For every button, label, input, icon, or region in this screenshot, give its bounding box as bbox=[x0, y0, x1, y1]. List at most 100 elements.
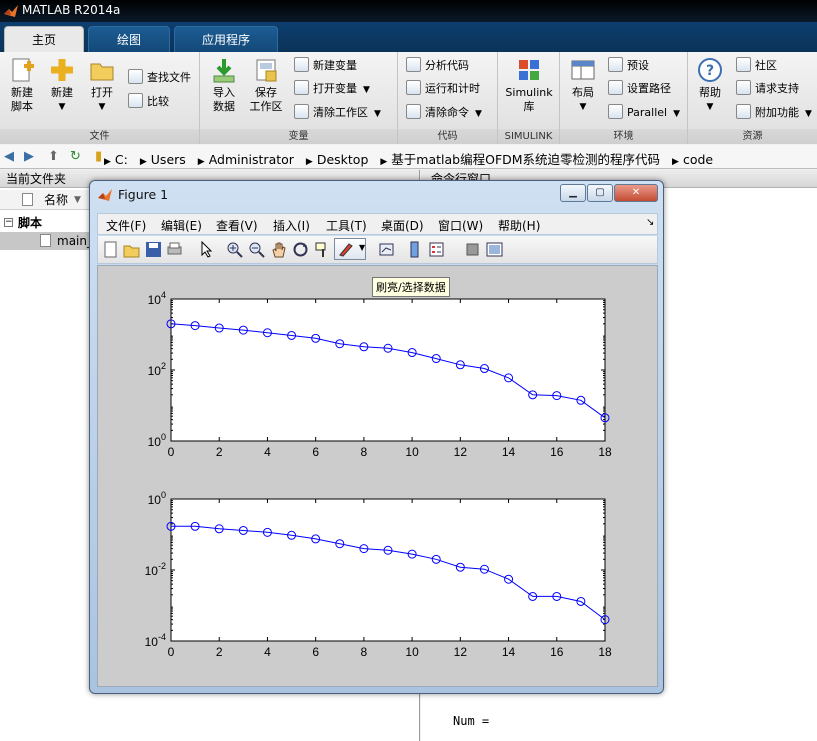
new-script-button[interactable]: 新建 脚本 bbox=[4, 56, 40, 114]
add-ons-button[interactable]: 附加功能 ▼ bbox=[736, 103, 812, 123]
import-data-button[interactable]: 导入 数据 bbox=[206, 56, 242, 114]
forward-arrow-icon[interactable]: ▶ bbox=[24, 149, 34, 164]
insert-colorbar-icon[interactable] bbox=[406, 241, 423, 258]
preferences-button[interactable]: 预设 bbox=[608, 56, 649, 76]
menu-tools[interactable]: 工具(T) bbox=[326, 217, 367, 234]
axes-box-2[interactable] bbox=[170, 498, 606, 642]
x-tick-label: 4 bbox=[264, 645, 271, 659]
browse-folder-icon[interactable]: ↻ bbox=[70, 149, 81, 164]
insert-legend-icon[interactable] bbox=[428, 241, 445, 258]
breadcrumb-item[interactable]: Users bbox=[151, 152, 186, 167]
column-name[interactable]: 名称 bbox=[44, 190, 68, 210]
save-workspace-button[interactable]: 保存 工作区 bbox=[246, 56, 286, 114]
menu-window[interactable]: 窗口(W) bbox=[438, 217, 483, 234]
up-folder-icon[interactable]: ⬆ bbox=[48, 149, 59, 164]
new-figure-icon[interactable] bbox=[102, 241, 119, 258]
zoom-in-icon[interactable] bbox=[226, 241, 243, 258]
request-support-button[interactable]: 请求支持 bbox=[736, 79, 799, 99]
open-button[interactable]: 打开 ▼ bbox=[84, 56, 120, 114]
x-tick-label: 14 bbox=[502, 445, 516, 459]
layout-button[interactable]: 布局 ▼ bbox=[564, 56, 602, 114]
clear-commands-icon bbox=[406, 104, 421, 119]
menu-edit[interactable]: 编辑(E) bbox=[161, 217, 202, 234]
y-tick-label: 102 bbox=[148, 361, 166, 378]
analyze-code-icon bbox=[406, 57, 421, 72]
new-variable-button[interactable]: 新建变量 bbox=[294, 56, 357, 76]
clear-workspace-button[interactable]: 清除工作区 ▼ bbox=[294, 103, 381, 123]
print-icon[interactable] bbox=[166, 241, 183, 258]
new-script-icon bbox=[8, 56, 36, 84]
breadcrumb-separator-icon: ▶ bbox=[197, 157, 205, 167]
breadcrumb-item[interactable]: Administrator bbox=[209, 152, 294, 167]
pan-hand-icon[interactable] bbox=[270, 241, 287, 258]
hide-plot-tools-icon[interactable] bbox=[464, 241, 481, 258]
link-plot-icon[interactable] bbox=[378, 241, 395, 258]
save-workspace-icon bbox=[252, 56, 280, 84]
set-path-button[interactable]: 设置路径 bbox=[608, 79, 671, 99]
new-variable-label: 新建变量 bbox=[313, 59, 357, 72]
file-group-label: 脚本 bbox=[18, 216, 43, 230]
new-script-label-2: 脚本 bbox=[11, 100, 33, 113]
set-path-label: 设置路径 bbox=[627, 82, 671, 95]
simulink-label-2: 库 bbox=[523, 100, 535, 113]
minimize-button[interactable]: ▁ bbox=[560, 184, 586, 202]
menu-insert[interactable]: 插入(I) bbox=[273, 217, 310, 234]
breadcrumb-separator-icon: ▶ bbox=[139, 157, 147, 167]
save-icon[interactable] bbox=[145, 241, 162, 258]
breadcrumb-item[interactable]: 基于matlab编程OFDM系统迫零检测的程序代码 bbox=[391, 152, 660, 167]
menu-help[interactable]: 帮助(H) bbox=[498, 217, 540, 234]
new-button[interactable]: 新建 ▼ bbox=[44, 56, 80, 114]
import-arrow-icon bbox=[210, 56, 238, 84]
show-plot-tools-icon[interactable] bbox=[486, 241, 503, 258]
plot-area[interactable]: 0 2 4 6 8 10 12 14 16 18 100 102 104 0 2 4 6 8 10 12 14 16 18 1… bbox=[98, 266, 659, 688]
figure-canvas[interactable]: 0 2 4 6 8 10 12 14 16 18 100 102 104 0 2 4 6 8 10 12 14 16 18 1… bbox=[97, 265, 658, 687]
compare-button[interactable]: 比较 bbox=[128, 92, 169, 112]
brush-data-button[interactable]: ▼ bbox=[334, 238, 366, 260]
brush-dropdown-icon[interactable]: ▼ bbox=[359, 243, 365, 252]
collapse-icon[interactable]: − bbox=[4, 218, 13, 227]
open-file-icon[interactable] bbox=[123, 241, 140, 258]
help-button[interactable]: ? 帮助 ▼ bbox=[692, 56, 728, 114]
rotate-3d-icon[interactable] bbox=[292, 241, 309, 258]
tab-home[interactable]: 主页 bbox=[4, 26, 84, 52]
dock-arrow-icon[interactable]: ↘ bbox=[646, 217, 654, 228]
run-and-time-label: 运行和计时 bbox=[425, 82, 480, 95]
x-tick-label: 2 bbox=[216, 645, 223, 659]
x-tick-label: 12 bbox=[454, 445, 468, 459]
ribbon: 新建 脚本 新建 ▼ 打开 ▼ 查找文件 比较 文件 导入 数据 保存 工作区 … bbox=[0, 52, 817, 144]
tab-plots[interactable]: 绘图 bbox=[88, 26, 170, 52]
ribbon-section-environment: 布局 ▼ 预设 设置路径 Parallel ▼ 环境 bbox=[560, 52, 688, 144]
open-variable-button[interactable]: 打开变量 ▼ bbox=[294, 79, 370, 99]
find-files-button[interactable]: 查找文件 bbox=[128, 68, 191, 88]
tab-apps[interactable]: 应用程序 bbox=[174, 26, 278, 52]
clear-commands-button[interactable]: 清除命令 ▼ bbox=[406, 103, 482, 123]
sort-arrow-icon[interactable]: ▼ bbox=[74, 190, 81, 210]
breadcrumb-item[interactable]: code bbox=[683, 152, 713, 167]
axes-box-1[interactable] bbox=[170, 298, 606, 442]
simulink-library-button[interactable]: Simulink 库 bbox=[502, 56, 556, 114]
app-title-bar: MATLAB R2014a bbox=[0, 0, 817, 22]
close-button[interactable]: ✕ bbox=[614, 184, 658, 202]
breadcrumb-item[interactable]: Desktop bbox=[317, 152, 369, 167]
add-ons-dropdown-icon: ▼ bbox=[805, 109, 812, 119]
maximize-button[interactable]: ▢ bbox=[587, 184, 613, 202]
brush-tooltip: 刷亮/选择数据 bbox=[372, 277, 450, 297]
zoom-out-icon[interactable] bbox=[248, 241, 265, 258]
edit-plot-icon[interactable] bbox=[198, 241, 215, 258]
figure-window[interactable]: Figure 1 ▁ ▢ ✕ 文件(F) 编辑(E) 查看(V) 插入(I) 工… bbox=[89, 180, 664, 694]
breadcrumb: ▶ C: ▶ Users ▶ Administrator ▶ Desktop ▶ 基于ma… bbox=[100, 149, 717, 168]
menu-desktop[interactable]: 桌面(D) bbox=[381, 217, 424, 234]
data-cursor-icon[interactable] bbox=[314, 241, 331, 258]
folder-icon bbox=[88, 56, 116, 84]
import-label-2: 数据 bbox=[213, 100, 235, 113]
breadcrumb-item[interactable]: C: bbox=[115, 152, 128, 167]
back-arrow-icon[interactable]: ◀ bbox=[4, 149, 14, 164]
parallel-button[interactable]: Parallel ▼ bbox=[608, 103, 680, 123]
menu-view[interactable]: 查看(V) bbox=[216, 217, 258, 234]
clear-workspace-dropdown-icon: ▼ bbox=[374, 109, 381, 119]
help-label: 帮助 bbox=[699, 86, 721, 99]
menu-file[interactable]: 文件(F) bbox=[106, 217, 146, 234]
run-and-time-button[interactable]: 运行和计时 bbox=[406, 79, 480, 99]
community-button[interactable]: 社区 bbox=[736, 56, 777, 76]
analyze-code-button[interactable]: 分析代码 bbox=[406, 56, 469, 76]
